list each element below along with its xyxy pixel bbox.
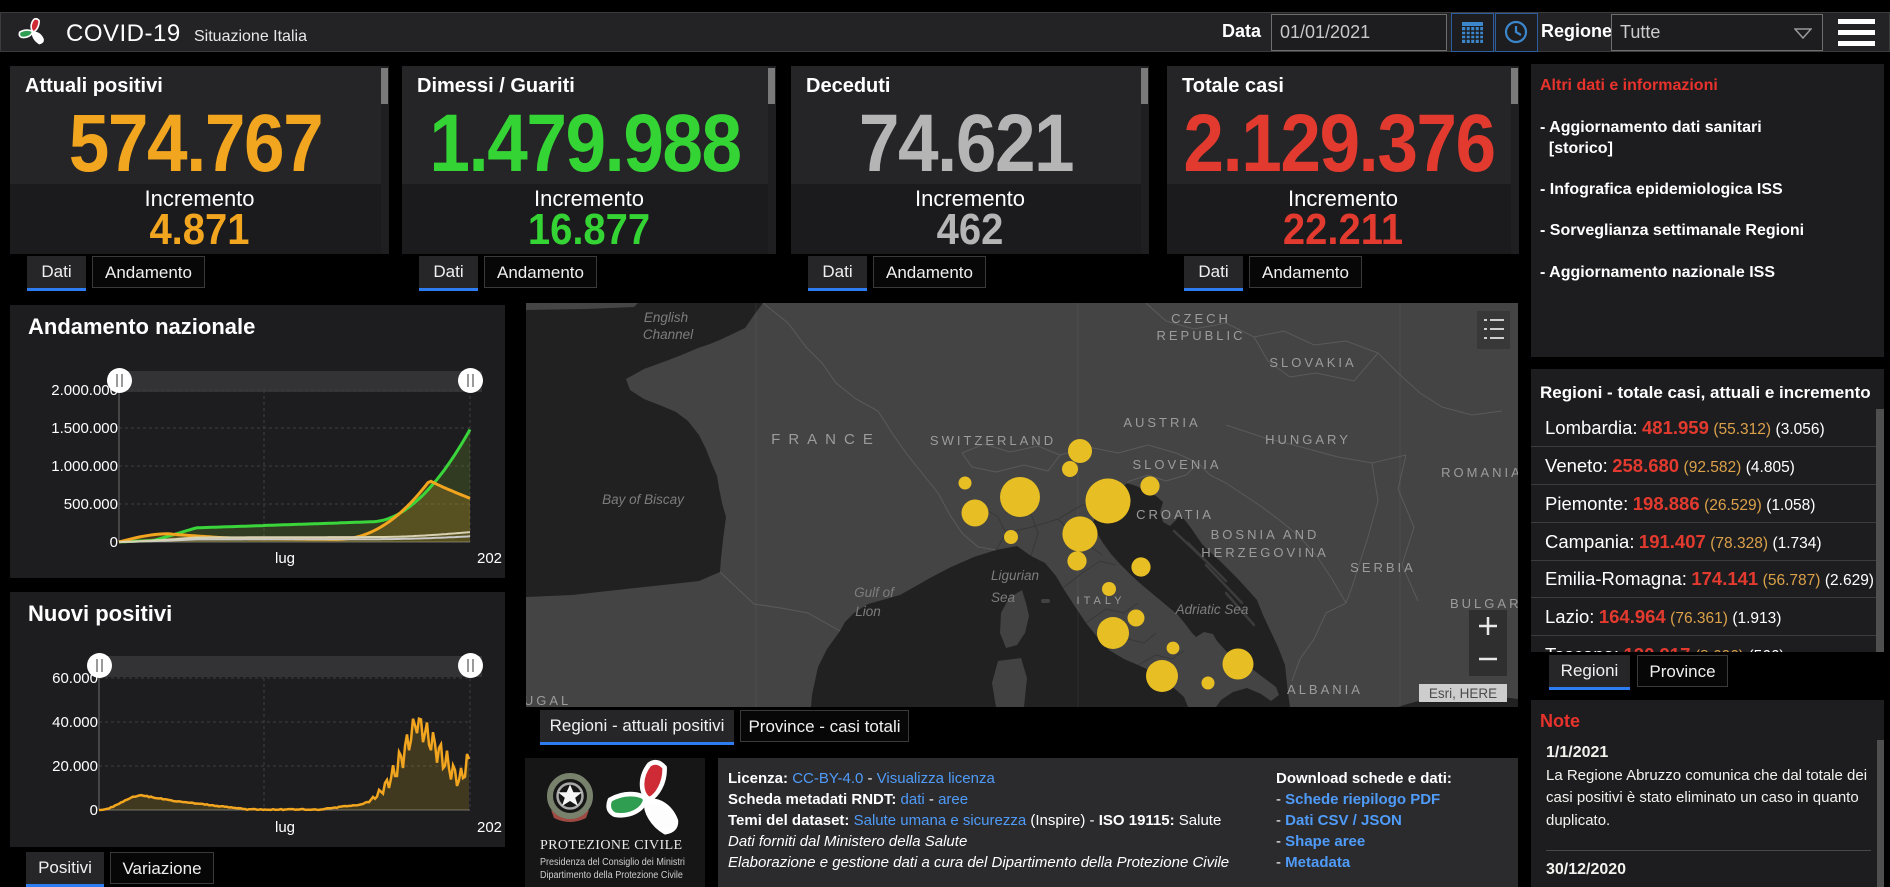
svg-text:PROTEZIONE CIVILE: PROTEZIONE CIVILE <box>540 838 683 853</box>
svg-text:HERZEGOVINA: HERZEGOVINA <box>1201 545 1329 560</box>
svg-text:SERBIA: SERBIA <box>1350 560 1416 575</box>
svg-text:Sea: Sea <box>991 590 1016 605</box>
svg-text:FRANCE: FRANCE <box>771 431 881 448</box>
svg-text:Channel: Channel <box>643 327 694 342</box>
svg-text:ALBANIA: ALBANIA <box>1287 682 1363 697</box>
svg-text:HUNGARY: HUNGARY <box>1265 432 1351 447</box>
svg-text:RTUGAL: RTUGAL <box>526 693 571 707</box>
svg-text:REPUBLIC: REPUBLIC <box>1156 328 1245 343</box>
svg-text:Ligurian: Ligurian <box>991 568 1039 583</box>
svg-text:ROMANIA: ROMANIA <box>1441 465 1518 480</box>
svg-text:ITALY: ITALY <box>1077 595 1126 607</box>
svg-text:Esri, HERE: Esri, HERE <box>1429 686 1497 701</box>
svg-text:Bay of Biscay: Bay of Biscay <box>602 492 685 507</box>
svg-text:CZECH: CZECH <box>1171 311 1231 326</box>
svg-text:BOSNIA AND: BOSNIA AND <box>1211 527 1320 542</box>
svg-text:Lion: Lion <box>855 604 881 619</box>
svg-text:SWITZERLAND: SWITZERLAND <box>930 433 1056 448</box>
svg-text:Dipartimento della Protezione: Dipartimento della Protezione Civile <box>540 869 683 881</box>
svg-text:Adriatic Sea: Adriatic Sea <box>1175 602 1249 617</box>
svg-text:BULGARI: BULGARI <box>1450 596 1518 611</box>
svg-text:Gulf of: Gulf of <box>854 585 895 600</box>
svg-text:AUSTRIA: AUSTRIA <box>1123 415 1200 430</box>
svg-text:CROATIA: CROATIA <box>1136 507 1214 522</box>
svg-text:English: English <box>644 310 688 325</box>
svg-text:Presidenza del Consiglio dei M: Presidenza del Consiglio dei Ministri <box>540 856 685 868</box>
svg-text:SLOVENIA: SLOVENIA <box>1132 457 1221 472</box>
svg-text:SLOVAKIA: SLOVAKIA <box>1269 355 1356 370</box>
